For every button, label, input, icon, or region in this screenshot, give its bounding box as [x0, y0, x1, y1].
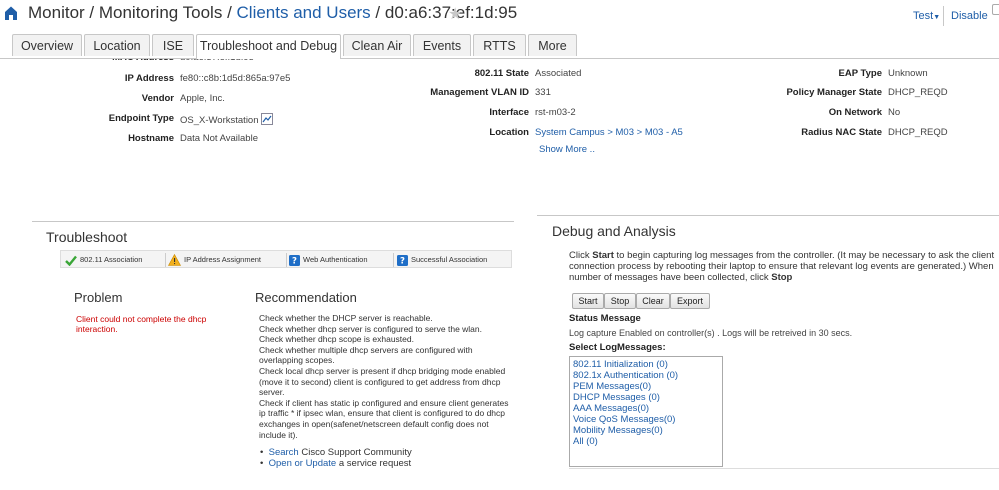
favorite-star-icon[interactable]: ★ [448, 4, 462, 24]
search-link[interactable]: Search [269, 447, 299, 458]
radius-nac-state-label: Radius NAC State [801, 127, 882, 138]
question-icon: ? [289, 254, 300, 266]
breadcrumb-monitor: Monitor [28, 3, 85, 22]
select-logmessages-heading: Select LogMessages: [569, 342, 666, 353]
tab-clean-air[interactable]: Clean Air [343, 34, 411, 56]
management-vlan-label: Management VLAN ID [430, 87, 529, 98]
hostname-label: Hostname [128, 133, 174, 144]
interface-value: rst-m03-2 [535, 107, 576, 118]
debug-divider [537, 215, 999, 216]
log-mobility-messages[interactable]: Mobility Messages(0) [573, 425, 663, 436]
debug-instructions: Click Start to begin capturing log messa… [569, 250, 995, 283]
stop-button[interactable]: Stop [604, 293, 636, 309]
ip-address-label: IP Address [124, 73, 174, 84]
step-successful-association: ? Successful Association [397, 253, 487, 267]
eap-type-label: EAP Type [838, 68, 882, 79]
step-80211-association: 802.11 Association [65, 253, 142, 267]
on-network-label: On Network [828, 107, 882, 118]
tab-ise[interactable]: ISE [152, 34, 194, 56]
step-web-authentication: ? Web Authentication [289, 253, 368, 267]
caret-down-icon: ▼ [933, 14, 941, 21]
svg-text:?: ? [400, 256, 405, 265]
user-menu[interactable]: Test▼ [913, 10, 940, 22]
tab-troubleshoot-and-debug[interactable]: Troubleshoot and Debug [196, 34, 341, 59]
help-icon[interactable] [992, 4, 999, 15]
vendor-value: Apple, Inc. [180, 93, 225, 104]
chart-icon[interactable] [261, 113, 274, 125]
warning-icon [168, 254, 181, 266]
log-aaa-messages[interactable]: AAA Messages(0) [573, 403, 649, 414]
radius-nac-state-value: DHCP_REQD [888, 127, 948, 138]
vendor-label: Vendor [141, 93, 174, 104]
breadcrumb-clients-and-users[interactable]: Clients and Users [237, 3, 371, 22]
troubleshoot-steps: 802.11 Association IP Address Assignment… [60, 250, 512, 268]
recommendation-item: Check whether the DHCP server is reachab… [259, 313, 433, 323]
list-item: • Search Cisco Support Community [260, 447, 412, 458]
tab-events[interactable]: Events [413, 34, 471, 56]
export-button[interactable]: Export [670, 293, 710, 309]
breadcrumb-monitoring-tools: Monitoring Tools [98, 3, 223, 22]
step-divider [286, 253, 287, 267]
header: Monitor / Monitoring Tools / Clients and… [0, 0, 999, 30]
log-pem-messages[interactable]: PEM Messages(0) [573, 381, 651, 392]
recommendation-item: Check whether dhcp scope is exhausted. [259, 334, 414, 345]
tab-location[interactable]: Location [84, 34, 150, 56]
recommendation-item: Check whether multiple dhcp servers are … [259, 344, 473, 366]
home-icon[interactable] [4, 5, 18, 21]
status-message-heading: Status Message [569, 313, 641, 324]
log-all[interactable]: All (0) [573, 436, 598, 447]
log-messages-list[interactable]: 802.11 Initialization (0) 802.1x Authent… [569, 356, 723, 467]
recommendation-heading: Recommendation [255, 290, 357, 305]
recommendation-item: Check whether dhcp server is configured … [259, 323, 483, 334]
step-divider [393, 253, 394, 267]
clear-button[interactable]: Clear [636, 293, 670, 309]
location-label: Location [489, 127, 529, 138]
interface-label: Interface [489, 107, 529, 118]
show-more-link[interactable]: Show More .. [539, 144, 595, 155]
eap-type-value: Unknown [888, 68, 928, 79]
policy-manager-state-label: Policy Manager State [786, 87, 882, 98]
step-ip-address-assignment: IP Address Assignment [168, 253, 261, 267]
problem-text: Client could not complete the dhcp inter… [76, 314, 207, 334]
check-icon [65, 255, 77, 266]
debug-title: Debug and Analysis [552, 223, 676, 239]
80211-state-label: 802.11 State [474, 68, 529, 79]
log-8021x-authentication[interactable]: 802.1x Authentication (0) [573, 370, 678, 381]
tab-bar: Overview Location ISE Troubleshoot and D… [0, 34, 999, 59]
endpoint-type-label: Endpoint Type [108, 113, 174, 124]
troubleshoot-divider [32, 221, 514, 222]
endpoint-type-value: OS_X-Workstation [180, 113, 274, 126]
log-80211-initialization[interactable]: 802.11 Initialization (0) [573, 359, 668, 370]
recommendation-list: Check whether the DHCP server is reachab… [259, 313, 509, 440]
recommendation-item: Check if client has static ip configured… [259, 397, 509, 440]
page-title: Monitor / Monitoring Tools / Clients and… [28, 3, 518, 22]
list-item: • Open or Update a service request [260, 458, 412, 469]
status-message-text: Log capture Enabled on controller(s) . L… [569, 328, 853, 338]
management-vlan-value: 331 [535, 87, 551, 98]
support-links: • Search Cisco Support Community • Open … [260, 447, 412, 469]
header-divider [943, 6, 944, 26]
ip-address-value: fe80::c8b:1d5d:865a:97e5 [180, 73, 291, 84]
on-network-value: No [888, 107, 901, 118]
disable-link[interactable]: Disable [951, 10, 988, 22]
step-divider [165, 253, 166, 267]
log-voice-qos-messages[interactable]: Voice QoS Messages(0) [573, 414, 675, 425]
svg-text:?: ? [292, 256, 297, 265]
open-or-update-link[interactable]: Open or Update [269, 458, 337, 469]
80211-state-value: Associated [535, 68, 582, 79]
tab-more[interactable]: More [528, 34, 577, 56]
question-icon: ? [397, 254, 408, 266]
policy-manager-state-value: DHCP_REQD [888, 87, 948, 98]
problem-heading: Problem [74, 290, 123, 305]
tab-overview[interactable]: Overview [12, 34, 82, 56]
log-dhcp-messages[interactable]: DHCP Messages (0) [573, 392, 660, 403]
start-button[interactable]: Start [572, 293, 604, 309]
recommendation-item: Check local dhcp server is present if dh… [259, 365, 506, 398]
troubleshoot-title: Troubleshoot [46, 229, 128, 245]
tab-rtts[interactable]: RTTS [473, 34, 526, 56]
table-top-border [569, 468, 999, 469]
hostname-value: Data Not Available [180, 133, 258, 144]
location-link[interactable]: System Campus > M03 > M03 - A5 [535, 127, 683, 138]
